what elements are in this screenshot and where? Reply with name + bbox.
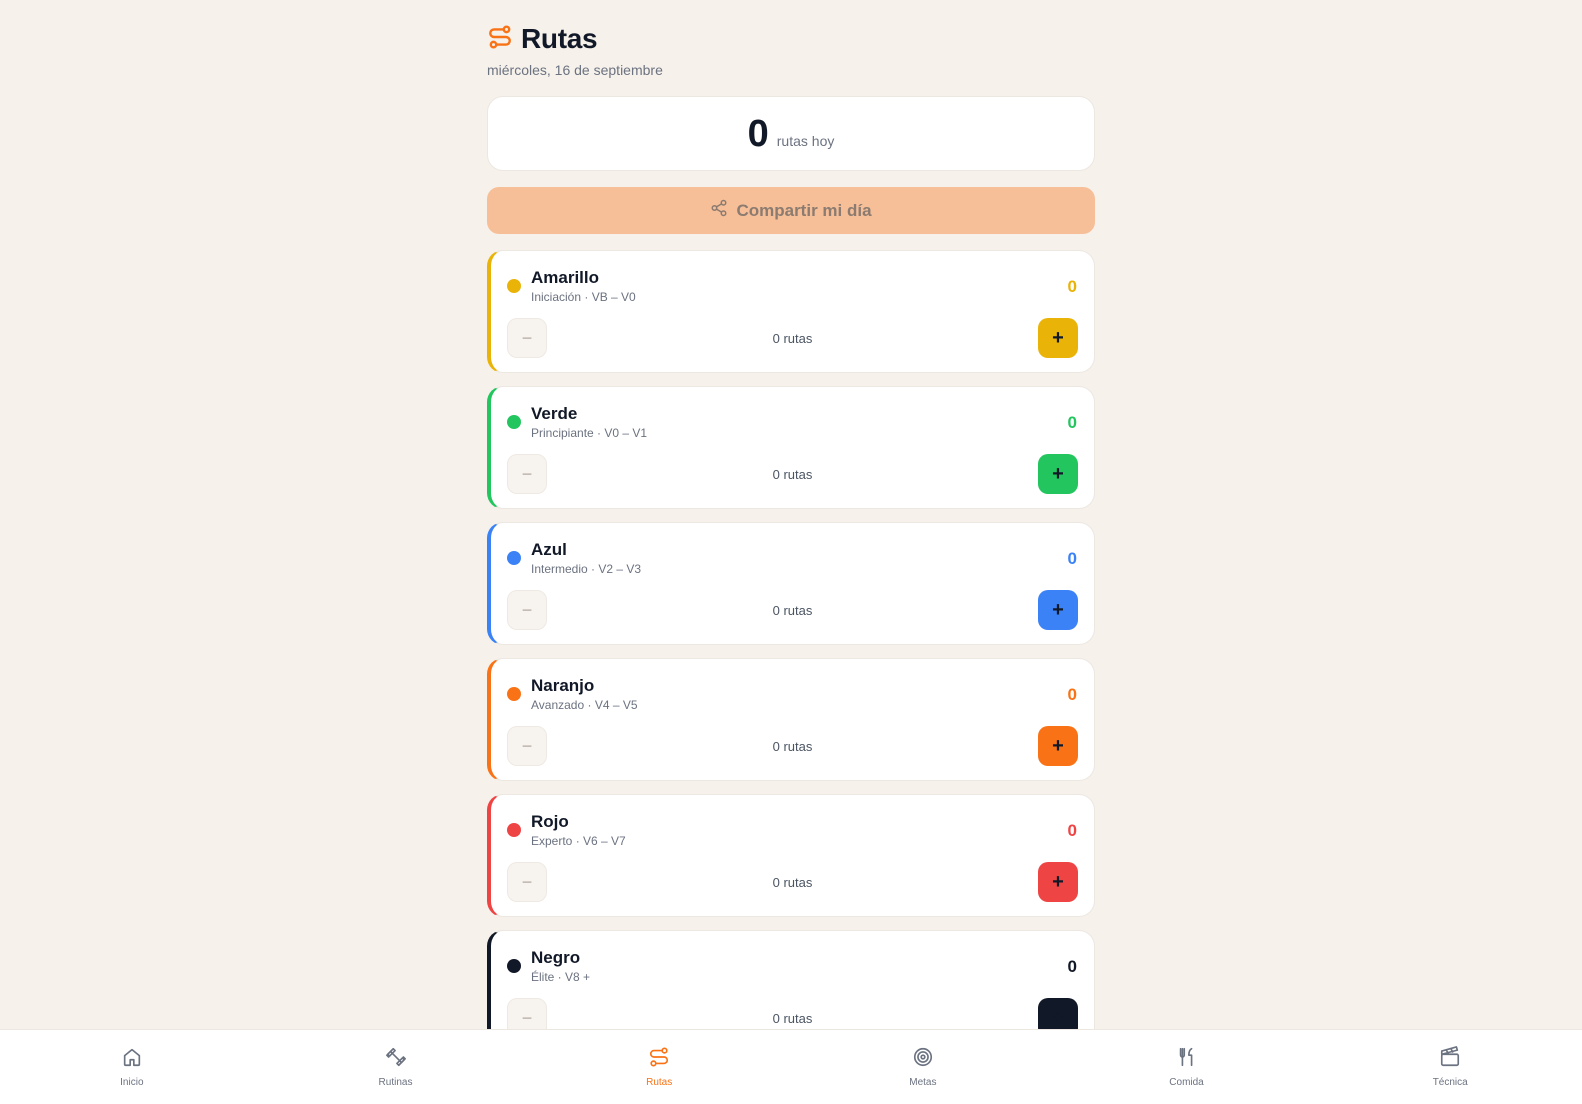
page-title: Rutas	[521, 23, 598, 54]
nav-item-metas[interactable]: Metas	[791, 1030, 1055, 1104]
decrement-button[interactable]: −	[507, 862, 547, 902]
grade-name: Verde	[531, 404, 578, 423]
grade-card-amarillo: Amarillo Iniciación · VB – V0 0 − 0 ruta…	[487, 250, 1095, 373]
routes-today-count: 0	[747, 112, 769, 155]
nav-item-rutas[interactable]: Rutas	[527, 1030, 791, 1104]
nav-label: Rutas	[646, 1077, 673, 1088]
grade-routes-label: 0 rutas	[772, 466, 813, 482]
nav-item-comida[interactable]: Comida	[1055, 1030, 1319, 1104]
increment-button[interactable]: +	[1038, 726, 1078, 766]
grade-color-dot	[507, 279, 521, 293]
summary-card: 0 rutas hoy	[487, 96, 1095, 171]
grade-description: Intermedio · V2 – V3	[531, 562, 642, 576]
grade-routes-label: 0 rutas	[772, 738, 813, 754]
bottom-nav: Inicio Rutinas Rutas Metas Comida Técnic…	[0, 1029, 1582, 1104]
minus-icon: −	[521, 599, 533, 620]
grade-name: Negro	[531, 948, 581, 967]
nav-label: Comida	[1169, 1077, 1204, 1088]
plus-icon: +	[1052, 598, 1064, 621]
nav-label: Rutinas	[378, 1077, 413, 1088]
increment-button[interactable]: +	[1038, 862, 1078, 902]
grade-color-dot	[507, 823, 521, 837]
grade-card-azul: Azul Intermedio · V2 – V3 0 − 0 rutas +	[487, 522, 1095, 645]
page-header: Rutas	[487, 22, 1095, 56]
grade-color-dot	[507, 959, 521, 973]
grade-name: Azul	[531, 540, 567, 559]
nav-item-tecnica[interactable]: Técnica	[1318, 1030, 1582, 1104]
dumbbell-icon	[385, 1046, 407, 1071]
nav-item-inicio[interactable]: Inicio	[0, 1030, 264, 1104]
grade-count: 0	[1067, 957, 1077, 976]
minus-icon: −	[521, 735, 533, 756]
plus-icon: +	[1052, 870, 1064, 893]
increment-button[interactable]: +	[1038, 454, 1078, 494]
grade-card-naranjo: Naranjo Avanzado · V4 – V5 0 − 0 rutas +	[487, 658, 1095, 781]
decrement-button[interactable]: −	[507, 590, 547, 630]
grade-count: 0	[1067, 277, 1077, 296]
routes-today-label: rutas hoy	[776, 132, 835, 149]
decrement-button[interactable]: −	[507, 726, 547, 766]
grade-description: Avanzado · V4 – V5	[531, 698, 638, 712]
share-icon	[710, 199, 728, 222]
grade-count: 0	[1067, 685, 1077, 704]
grade-count: 0	[1067, 413, 1077, 432]
decrement-button[interactable]: −	[507, 318, 547, 358]
grade-list: Amarillo Iniciación · VB – V0 0 − 0 ruta…	[487, 250, 1095, 1053]
nav-label: Metas	[909, 1077, 937, 1088]
grade-count: 0	[1067, 821, 1077, 840]
grade-name: Amarillo	[531, 268, 600, 287]
grade-description: Principiante · V0 – V1	[531, 426, 648, 440]
grade-routes-label: 0 rutas	[772, 330, 813, 346]
grade-name: Naranjo	[531, 676, 595, 695]
grade-count: 0	[1067, 549, 1077, 568]
grade-card-rojo: Rojo Experto · V6 – V7 0 − 0 rutas +	[487, 794, 1095, 917]
nav-label: Técnica	[1432, 1077, 1468, 1088]
grade-routes-label: 0 rutas	[772, 1010, 813, 1026]
nav-item-rutinas[interactable]: Rutinas	[264, 1030, 528, 1104]
grade-routes-label: 0 rutas	[772, 874, 813, 890]
share-day-button[interactable]: Compartir mi día	[487, 187, 1095, 234]
grade-card-verde: Verde Principiante · V0 – V1 0 − 0 rutas…	[487, 386, 1095, 509]
app-screen: Rutas miércoles, 16 de septiembre 0 ruta…	[0, 0, 1582, 1104]
increment-button[interactable]: +	[1038, 318, 1078, 358]
grade-description: Élite · V8 +	[531, 970, 591, 984]
grade-description: Iniciación · VB – V0	[531, 290, 636, 304]
plus-icon: +	[1052, 734, 1064, 757]
share-label: Compartir mi día	[736, 200, 872, 220]
plus-icon: +	[1052, 326, 1064, 349]
minus-icon: −	[521, 1007, 533, 1028]
plus-icon: +	[1052, 462, 1064, 485]
grade-color-dot	[507, 415, 521, 429]
route-icon	[648, 1046, 670, 1071]
decrement-button[interactable]: −	[507, 454, 547, 494]
plus-icon: +	[1052, 1006, 1064, 1029]
grade-color-dot	[507, 551, 521, 565]
grade-color-dot	[507, 687, 521, 701]
minus-icon: −	[521, 871, 533, 892]
current-date: miércoles, 16 de septiembre	[487, 62, 663, 78]
minus-icon: −	[521, 463, 533, 484]
clapperboard-icon	[1439, 1046, 1461, 1071]
target-icon	[912, 1046, 934, 1071]
nav-label: Inicio	[120, 1077, 144, 1088]
increment-button[interactable]: +	[1038, 590, 1078, 630]
grade-routes-label: 0 rutas	[772, 602, 813, 618]
utensils-icon	[1176, 1046, 1198, 1071]
grade-name: Rojo	[531, 812, 569, 831]
grade-description: Experto · V6 – V7	[531, 834, 626, 848]
home-icon	[121, 1046, 143, 1071]
minus-icon: −	[521, 327, 533, 348]
main-content: Rutas miércoles, 16 de septiembre 0 ruta…	[487, 22, 1095, 1053]
route-icon	[487, 24, 513, 55]
